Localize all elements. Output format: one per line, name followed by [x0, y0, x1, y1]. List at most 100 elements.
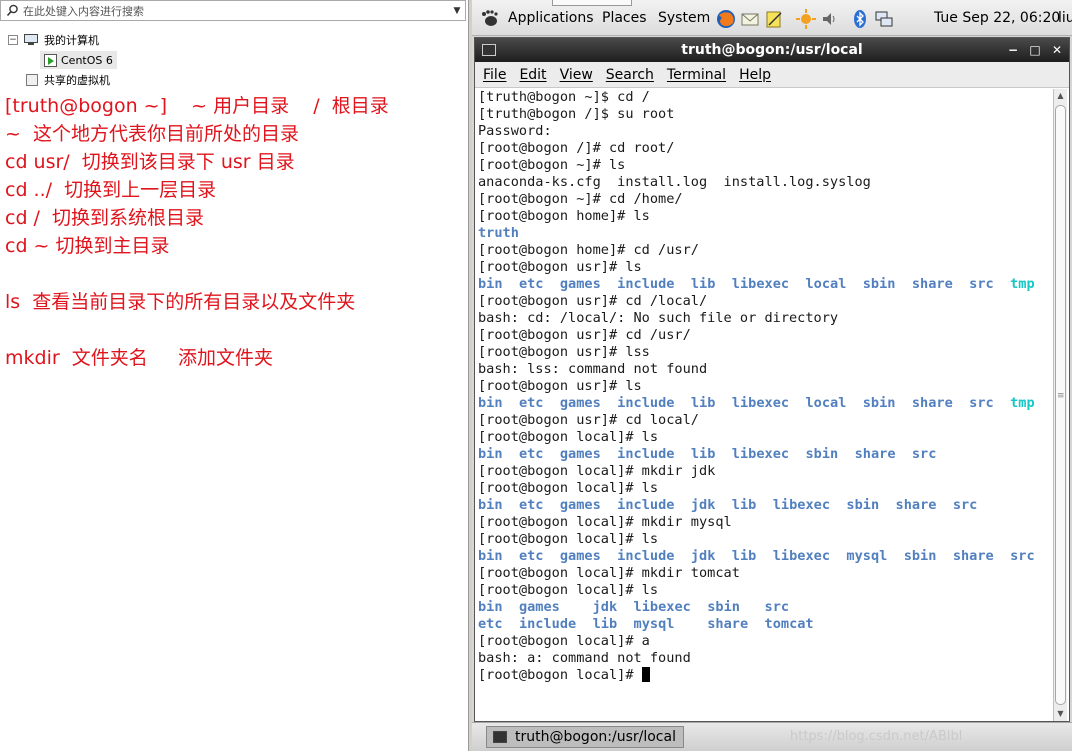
terminal-line: bin etc games include lib libexec sbin s…: [478, 446, 937, 462]
terminal-output[interactable]: [truth@bogon ~]$ cd / [truth@bogon /]$ su…: [476, 89, 1054, 721]
terminal-line: bash: cd: /local/: No such file or direc…: [478, 310, 839, 326]
terminal-line: [root@bogon usr]# cd local/: [478, 412, 699, 428]
search-icon: [1, 1, 23, 20]
panel-clock[interactable]: Tue Sep 22, 06:20: [934, 10, 1060, 26]
terminal-line: [root@bogon home]# cd /usr/: [478, 242, 699, 258]
maximize-button[interactable]: □: [1029, 38, 1041, 62]
terminal-scrollbar[interactable]: ▲ ≡ ▼: [1053, 89, 1067, 721]
note-line: cd usr/ 切换到该目录下 usr 目录: [5, 151, 295, 173]
terminal-line: [root@bogon local]# mkdir tomcat: [478, 565, 740, 581]
host-library-pane: 在此处键入内容进行搜索 ▼ − 我的计算机 CentOS 6 共享的虚拟机 [t…: [0, 0, 468, 751]
terminal-line: [root@bogon local]# ls: [478, 429, 659, 445]
terminal-line: [truth@bogon ~]$ cd /: [478, 89, 650, 105]
taskbar-window-button[interactable]: truth@bogon:/usr/local: [486, 726, 684, 748]
tree-item-centos[interactable]: CentOS 6: [0, 50, 468, 70]
scroll-down-icon[interactable]: ▼: [1054, 707, 1067, 721]
window-title: truth@bogon:/usr/local: [681, 42, 863, 58]
tree-item-label: CentOS 6: [61, 53, 113, 67]
bluetooth-icon[interactable]: [850, 9, 870, 29]
menu-terminal[interactable]: Terminal: [667, 67, 726, 83]
terminal-menubar: File Edit View Search Terminal Help: [475, 62, 1069, 88]
terminal-line: bin etc games include jdk lib libexec sb…: [478, 497, 978, 513]
shared-vm-icon: [26, 74, 38, 86]
terminal-window: truth@bogon:/usr/local − □ ✕ File Edit V…: [474, 37, 1070, 722]
text-cursor: [641, 667, 650, 682]
menu-search[interactable]: Search: [606, 67, 654, 83]
terminal-line: truth: [478, 225, 519, 241]
note-line: cd / 切换到系统根目录: [5, 207, 205, 229]
terminal-line: [root@bogon ~]# cd /home/: [478, 191, 683, 207]
sun-update-icon[interactable]: [796, 9, 816, 29]
terminal-line: [root@bogon usr]# lss: [478, 344, 650, 360]
search-input[interactable]: 在此处键入内容进行搜索: [23, 3, 449, 19]
collapse-icon[interactable]: −: [8, 35, 18, 45]
terminal-line: [root@bogon ~]# ls: [478, 157, 626, 173]
library-search[interactable]: 在此处键入内容进行搜索 ▼: [0, 0, 466, 21]
taskbar-window-label: truth@bogon:/usr/local: [515, 729, 676, 745]
menu-help[interactable]: Help: [739, 67, 771, 83]
terminal-line: bash: a: command not found: [478, 650, 691, 666]
scroll-up-icon[interactable]: ▲: [1054, 89, 1067, 103]
gnome-bottom-panel: truth@bogon:/usr/local https://blog.csdn…: [472, 722, 1072, 751]
firefox-icon[interactable]: [716, 9, 736, 29]
tree-item-shared-vms[interactable]: 共享的虚拟机: [0, 70, 468, 90]
terminal-icon: [482, 44, 496, 56]
terminal-line: bin games jdk libexec sbin src: [478, 599, 790, 615]
vm-library-tree: − 我的计算机 CentOS 6 共享的虚拟机: [0, 30, 468, 90]
terminal-line: bin etc games include jdk lib libexec my…: [478, 548, 1035, 564]
menu-system[interactable]: System: [658, 10, 710, 26]
terminal-line: [root@bogon local]# ls: [478, 582, 659, 598]
annotation-notes: [truth@bogon ~] ~ 用户目录 / 根目录 ~ 这个地方代表你目前…: [5, 92, 389, 372]
terminal-line: [root@bogon home]# ls: [478, 208, 650, 224]
scroll-grip-icon: ≡: [1057, 391, 1065, 401]
tree-item-label: 我的计算机: [44, 34, 99, 47]
panel-user[interactable]: liu: [1058, 10, 1072, 26]
terminal-line: bin etc games include lib libexec local …: [478, 276, 1035, 292]
terminal-line: [root@bogon usr]# cd /usr/: [478, 327, 691, 343]
network-icon[interactable]: [874, 9, 894, 29]
close-button[interactable]: ✕: [1051, 38, 1063, 62]
volume-icon[interactable]: [820, 9, 840, 29]
guest-desktop: Applications Places System Tue Sep 22, 0…: [472, 0, 1072, 751]
terminal-line: etc include lib mysql share tomcat: [478, 616, 814, 632]
terminal-line: [root@bogon usr]# ls: [478, 259, 642, 275]
terminal-titlebar[interactable]: truth@bogon:/usr/local − □ ✕: [475, 38, 1069, 62]
terminal-line: [root@bogon local]# mkdir jdk: [478, 463, 716, 479]
window-controls: − □ ✕: [1007, 38, 1063, 62]
terminal-line: bin etc games include lib libexec local …: [478, 395, 1035, 411]
search-dropdown-icon[interactable]: ▼: [449, 6, 465, 16]
note-line: ls 查看当前目录下的所有目录以及文件夹: [5, 291, 356, 313]
terminal-line: [root@bogon local]# ls: [478, 531, 659, 547]
tree-item-centos-selected[interactable]: CentOS 6: [40, 51, 117, 69]
terminal-line: [root@bogon usr]# ls: [478, 378, 642, 394]
notes-icon[interactable]: [764, 9, 784, 29]
terminal-line: bash: lss: command not found: [478, 361, 708, 377]
terminal-icon: [493, 731, 507, 743]
computer-icon: [24, 34, 38, 46]
tree-item-label: 共享的虚拟机: [44, 74, 110, 87]
menu-file[interactable]: File: [483, 67, 506, 83]
menu-applications[interactable]: Applications: [508, 10, 594, 26]
terminal-line: [root@bogon local]#: [476, 667, 1054, 684]
scroll-thumb[interactable]: [1055, 105, 1066, 705]
note-line: cd ../ 切换到上一层目录: [5, 179, 217, 201]
menu-places[interactable]: Places: [602, 10, 647, 26]
gnome-foot-icon: [480, 10, 500, 28]
note-line: cd ~ 切换到主目录: [5, 235, 170, 257]
terminal-line: Password:: [478, 123, 552, 139]
screen: 在此处键入内容进行搜索 ▼ − 我的计算机 CentOS 6 共享的虚拟机 [t…: [0, 0, 1072, 751]
minimize-button[interactable]: −: [1007, 38, 1019, 62]
vm-running-icon: [44, 53, 57, 67]
menu-view[interactable]: View: [560, 67, 593, 83]
terminal-line: [root@bogon local]# mkdir mysql: [478, 514, 732, 530]
note-line: ~ 这个地方代表你目前所处的目录: [5, 123, 299, 145]
terminal-line: [root@bogon local]# ls: [478, 480, 659, 496]
note-line: [truth@bogon ~] ~ 用户目录 / 根目录: [5, 95, 389, 117]
mail-icon[interactable]: [740, 9, 760, 29]
note-line: mkdir 文件夹名 添加文件夹: [5, 347, 273, 369]
vm-tab-strip: [552, 0, 632, 6]
watermark: https://blog.csdn.net/ABlbl: [790, 729, 963, 744]
menu-edit[interactable]: Edit: [519, 67, 546, 83]
tree-item-my-computer[interactable]: − 我的计算机: [0, 30, 468, 50]
terminal-line: [root@bogon /]# cd root/: [478, 140, 675, 156]
